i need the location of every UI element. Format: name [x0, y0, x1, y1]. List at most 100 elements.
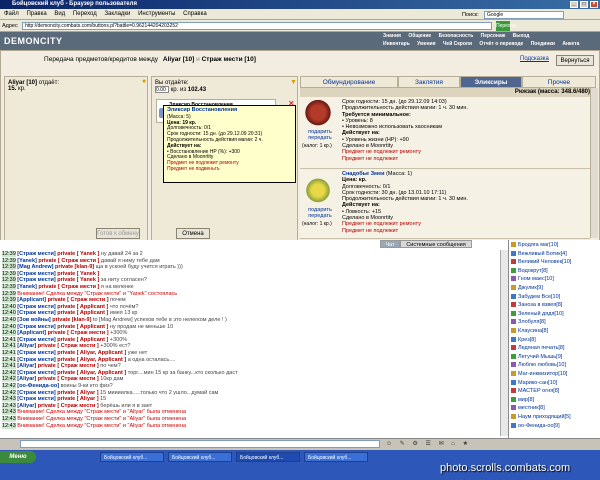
private-recipient[interactable]: private [ Applicant ]: [57, 310, 108, 316]
online-user[interactable]: Зеленый дядя[10]: [511, 311, 564, 318]
message-author[interactable]: [Aliyar]: [17, 376, 36, 382]
message-time[interactable]: 12:41: [2, 363, 16, 370]
message-author[interactable]: [Applicant]: [17, 330, 46, 336]
online-user-name[interactable]: Люблю любовь[10]: [518, 362, 566, 368]
private-recipient[interactable]: private [ Страж мести ]: [38, 343, 99, 349]
nav-chat[interactable]: Общение: [408, 33, 431, 39]
message-author[interactable]: [Страж мести]: [17, 357, 55, 363]
online-user-name[interactable]: МАСТЕР огня[8]: [518, 388, 559, 394]
online-user[interactable]: Заноза в взвея[8]: [511, 302, 562, 309]
nav-security[interactable]: Безопасность: [439, 33, 474, 39]
hint-link[interactable]: Подсказка: [520, 56, 549, 62]
tab-equipment[interactable]: Обмундирование: [300, 76, 398, 88]
nav-inventory[interactable]: Инвентарь: [383, 41, 410, 47]
private-recipient[interactable]: private [ Applicant ]: [57, 337, 108, 343]
private-recipient[interactable]: private [ Yanek ]: [57, 271, 99, 277]
message-author[interactable]: [Страж мести]: [17, 251, 55, 257]
trade-player-1[interactable]: Aliyar [10]: [163, 56, 194, 63]
private-recipient[interactable]: private [ Страж мести ]: [38, 363, 99, 369]
nav-skills[interactable]: Умения: [417, 41, 435, 47]
private-recipient[interactable]: private [ Applicant ]: [57, 324, 108, 330]
message-author[interactable]: [оо-Фенида-оо]: [17, 383, 59, 389]
nav-fights[interactable]: Поединки: [531, 41, 555, 47]
chat-toolbar-icons[interactable]: ☺ ✎ ⚙ ☰ ✉ ⌂ ★: [386, 440, 496, 448]
menu-bookmarks[interactable]: Закладки: [104, 11, 130, 17]
online-user-name[interactable]: Бродяга маг[10]: [518, 242, 558, 248]
online-user-name[interactable]: Ледяная печать[8]: [518, 345, 565, 351]
online-user-name[interactable]: мир[8]: [518, 397, 534, 403]
message-author[interactable]: [Aliyar]: [17, 363, 36, 369]
online-user[interactable]: Клаусина[8]: [511, 328, 548, 335]
cancel-trade-button[interactable]: Отмена: [176, 228, 210, 239]
online-user[interactable]: Бродяга маг[10]: [511, 242, 558, 249]
message-author[interactable]: [Страж мести]: [17, 390, 55, 396]
online-user[interactable]: Наум приходящий[5]: [511, 414, 571, 421]
message-time[interactable]: 12:42: [2, 389, 16, 396]
message-author[interactable]: [Страж мести]: [17, 277, 55, 283]
message-time[interactable]: 12:41: [2, 350, 16, 356]
online-user[interactable]: местник[8]: [511, 405, 545, 412]
message-author[interactable]: [Mag Andrew]: [17, 264, 53, 270]
menu-view[interactable]: Вид: [54, 11, 65, 17]
nav-profile[interactable]: Анкета: [562, 41, 579, 47]
message-author[interactable]: [Yanek]: [17, 284, 37, 290]
message-time[interactable]: 12:39: [2, 297, 16, 304]
online-user[interactable]: Маг-инквизитор[10]: [511, 371, 567, 378]
message-time[interactable]: 12:43: [2, 409, 16, 416]
online-user-name[interactable]: оо-Фенида-оо[9]: [518, 423, 560, 429]
private-recipient[interactable]: private [ Страж мести ]: [38, 376, 99, 382]
message-time[interactable]: 12:43: [2, 416, 16, 422]
private-recipient[interactable]: private [ Страж мести ]: [48, 297, 109, 303]
message-time[interactable]: 12:43: [2, 396, 16, 403]
private-recipient[interactable]: private [ Aliyar, Applicant ]: [57, 370, 126, 376]
taskbar-item[interactable]: Бойцовский клуб...: [168, 452, 232, 462]
online-user[interactable]: Марико-сан[10]: [511, 380, 557, 387]
tab-elixirs[interactable]: Эликсиры: [460, 76, 522, 88]
message-author[interactable]: [Страж мести]: [17, 350, 55, 356]
tab-spells[interactable]: Заклятия: [398, 76, 460, 88]
online-user[interactable]: Джулик[9]: [511, 285, 543, 292]
private-recipient[interactable]: private [ Aliyar, Applicant ]: [57, 357, 126, 363]
message-time[interactable]: 12:41: [2, 343, 16, 350]
message-time[interactable]: 12:40: [2, 330, 16, 337]
online-user[interactable]: Гном маес[10]: [511, 276, 554, 283]
online-user[interactable]: Летучий Мышь[9]: [511, 354, 562, 361]
message-time[interactable]: 12:40: [2, 323, 16, 330]
private-recipient[interactable]: private [ Страж мести ]: [38, 284, 99, 290]
online-user[interactable]: Вежливый Ботик[4]: [511, 251, 567, 258]
message-time[interactable]: 12:39: [2, 251, 16, 257]
message-author[interactable]: [Applicant]: [17, 297, 46, 303]
message-time[interactable]: 12:39: [2, 270, 16, 277]
taskbar-item[interactable]: Бойцовский клуб...: [236, 452, 300, 462]
back-button[interactable]: Вернуться: [556, 55, 594, 66]
message-time[interactable]: 12:42: [2, 376, 16, 383]
online-user[interactable]: Ледяная печать[8]: [511, 345, 565, 352]
online-user-name[interactable]: Вежливый Ботик[4]: [518, 251, 567, 257]
online-user-name[interactable]: Маг-инквизитор[10]: [518, 371, 567, 377]
online-user-name[interactable]: Крез[8]: [518, 337, 536, 343]
online-user[interactable]: Люблю любовь[10]: [511, 362, 566, 369]
private-recipient[interactable]: private [klan-9]: [55, 264, 94, 270]
online-user[interactable]: МАСТЕР огня[8]: [511, 388, 559, 395]
online-user-name[interactable]: Зеленый дядя[10]: [518, 311, 564, 317]
nav-report[interactable]: Отчёт о переводе: [479, 41, 523, 47]
message-time[interactable]: 12:39: [2, 277, 16, 284]
message-author[interactable]: [Страж мести]: [17, 324, 55, 330]
message-time[interactable]: 12:39: [2, 257, 16, 264]
inventory-scrollbar[interactable]: [590, 88, 598, 238]
chat-input[interactable]: [20, 440, 380, 448]
online-user-name[interactable]: Летучий Мышь[9]: [518, 354, 562, 360]
private-recipient[interactable]: private [ Aliyar ]: [57, 396, 98, 402]
start-button[interactable]: Меню: [0, 451, 36, 463]
online-user-name[interactable]: Гном маес[10]: [518, 276, 554, 282]
nav-character[interactable]: Персонаж: [481, 33, 506, 39]
online-user[interactable]: Водокрут[8]: [511, 268, 548, 275]
online-user[interactable]: Крез[8]: [511, 337, 536, 344]
message-time[interactable]: 12:39: [2, 264, 16, 271]
online-user-name[interactable]: Джулик[9]: [518, 285, 543, 291]
message-author[interactable]: [Зов войны]: [17, 317, 50, 323]
message-time[interactable]: 12:40: [2, 310, 16, 317]
menu-tools[interactable]: Инструменты: [138, 11, 175, 17]
online-user-name[interactable]: Великий Человек[10]: [518, 259, 571, 265]
online-user[interactable]: Злобуля[8]: [511, 319, 546, 326]
